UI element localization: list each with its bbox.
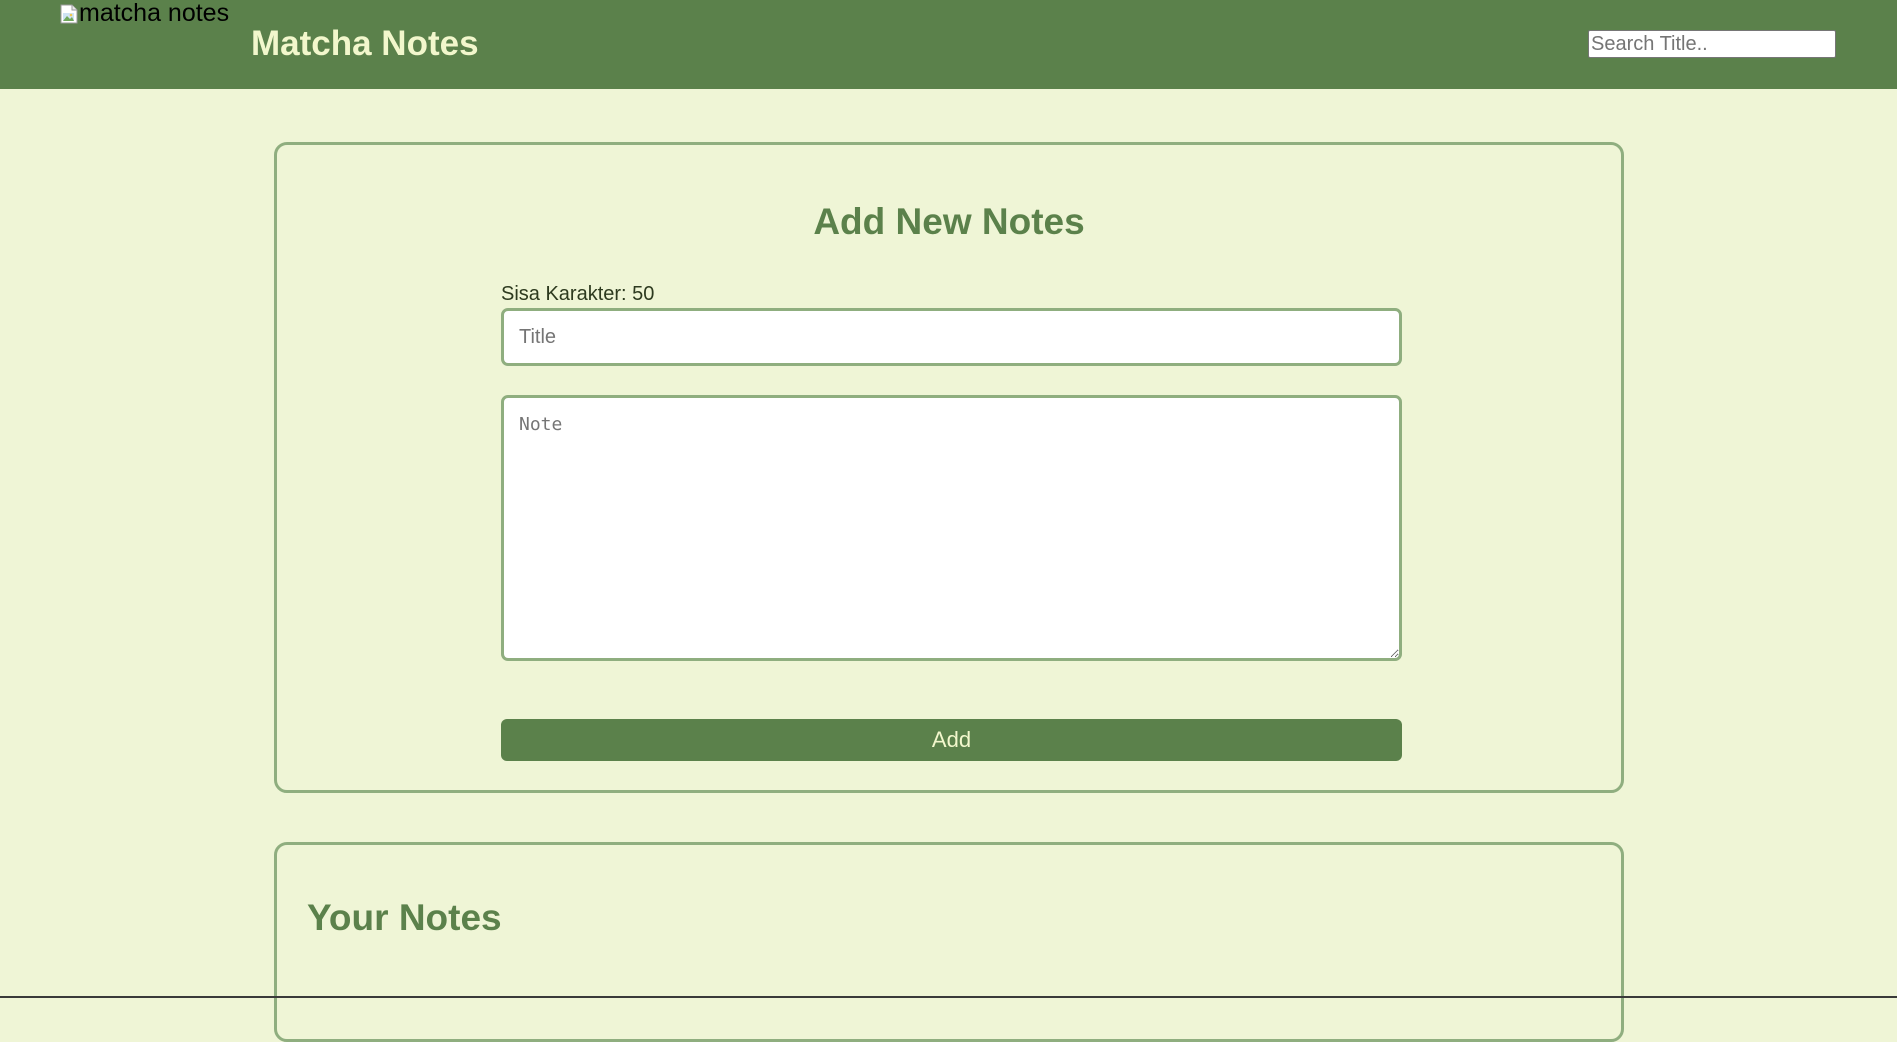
search-input[interactable] [1588,30,1836,58]
add-note-card: Add New Notes Sisa Karakter: 50 Add [274,142,1624,793]
your-notes-heading: Your Notes [307,897,502,938]
brand-title: Matcha Notes [251,24,479,63]
title-input[interactable] [501,308,1402,366]
add-button[interactable]: Add [501,719,1402,761]
app-header: matcha notes Matcha Notes [0,0,1897,89]
broken-image-icon [60,3,78,24]
logo: matcha notes [60,0,229,27]
logo-alt-text: matcha notes [79,0,230,27]
note-textarea[interactable] [501,395,1402,661]
add-note-heading: Add New Notes [813,201,1085,242]
char-counter: Sisa Karakter: 50 [501,283,655,305]
your-notes-card: Your Notes [274,842,1624,1042]
